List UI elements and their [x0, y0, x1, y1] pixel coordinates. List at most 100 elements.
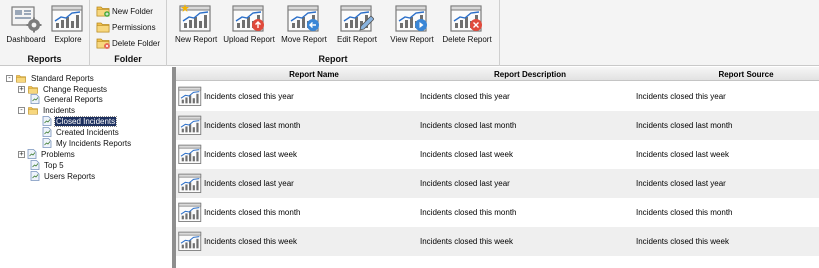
folder-icon [27, 106, 39, 115]
report-name-cell: Incidents closed this year [204, 92, 294, 101]
report-description-cell: Incidents closed this year [420, 92, 510, 101]
tree-node-label: Change Requests [43, 84, 108, 94]
tree-node-label: Created Incidents [56, 127, 119, 137]
tree-node-label: General Reports [44, 94, 103, 104]
folder-group-label: Folder [114, 54, 142, 64]
report-description-cell: Incidents closed last year [420, 179, 510, 188]
table-row[interactable]: Incidents closed last month Incidents cl… [176, 111, 819, 140]
delete-report-icon [450, 3, 482, 33]
permissions-folder-icon [96, 21, 110, 33]
tree-node-top-5[interactable]: Top 5 [30, 160, 65, 170]
expand-toggle[interactable]: + [18, 85, 25, 93]
report-source-cell: Incidents closed this month [636, 208, 733, 217]
expand-toggle[interactable]: + [18, 150, 25, 158]
explore-chart-icon [51, 3, 85, 33]
dashboard-icon [11, 6, 42, 33]
permissions-label: Permissions [112, 22, 156, 32]
delete-folder-label: Delete Folder [112, 38, 161, 48]
new-report-button[interactable]: New Report [175, 3, 217, 49]
delete-report-button[interactable]: Delete Report [441, 3, 493, 49]
tree-node-my-incidents-reports[interactable]: My Incidents Reports [42, 138, 132, 148]
report-icon [178, 230, 203, 252]
new-report-label: New Report [175, 35, 218, 44]
report-name-cell: Incidents closed last week [204, 150, 297, 159]
column-header-report-source[interactable]: Report Source [638, 70, 819, 79]
tree-node-label: My Incidents Reports [56, 138, 132, 148]
upload-report-icon [232, 3, 264, 33]
report-description-cell: Incidents closed last month [420, 121, 517, 130]
report-source-cell: Incidents closed last year [636, 179, 726, 188]
permissions-button[interactable]: Permissions [96, 20, 156, 34]
edit-report-label: Edit Report [336, 35, 378, 44]
folder-icon [15, 74, 27, 83]
report-name-cell: Incidents closed last month [204, 121, 301, 130]
report-source-cell: Incidents closed last month [636, 121, 733, 130]
report-name-cell: Incidents closed this month [204, 208, 301, 217]
report-icon [178, 201, 203, 223]
move-report-button[interactable]: Move Report [281, 3, 327, 49]
report-group: New Report Upload Report Move Report Edi… [167, 0, 500, 66]
reports-group-label: Reports [27, 54, 62, 64]
tree-node-general-reports[interactable]: General Reports [30, 94, 104, 104]
explore-button[interactable]: Explore [50, 3, 86, 49]
table-row[interactable]: Incidents closed this year Incidents clo… [176, 82, 819, 111]
table-row[interactable]: Incidents closed last year Incidents clo… [176, 169, 819, 198]
report-file-icon [30, 160, 40, 170]
report-name-cell: Incidents closed this week [204, 237, 297, 246]
view-report-label: View Report [390, 35, 434, 44]
dashboard-button[interactable]: Dashboard [6, 3, 46, 49]
report-file-icon [30, 94, 40, 104]
report-icon [178, 114, 203, 136]
view-report-icon [395, 3, 427, 33]
tree-node-users-reports[interactable]: Users Reports [30, 171, 96, 181]
delete-folder-icon [96, 37, 110, 49]
report-icon [178, 172, 203, 194]
collapse-toggle[interactable]: - [18, 106, 25, 114]
move-report-icon [287, 3, 319, 33]
tree-node-label: Incidents [43, 105, 76, 115]
delete-report-label: Delete Report [442, 35, 492, 44]
report-icon [178, 143, 203, 165]
column-header-report-name[interactable]: Report Name [206, 70, 422, 79]
report-source-cell: Incidents closed last week [636, 150, 729, 159]
reports-grid: Report Name Report Description Report So… [176, 67, 819, 268]
new-folder-button[interactable]: New Folder [96, 4, 153, 18]
report-file-icon [42, 138, 52, 148]
new-report-icon [179, 4, 213, 33]
table-row[interactable]: Incidents closed last week Incidents clo… [176, 140, 819, 169]
report-folder-tree: - Standard Reports + Change Requests Gen… [0, 67, 172, 268]
report-file-icon [42, 127, 52, 137]
grid-header: Report Name Report Description Report So… [176, 67, 819, 81]
tree-node-standard-reports[interactable]: - Standard Reports [6, 73, 95, 83]
column-header-report-description[interactable]: Report Description [422, 70, 638, 79]
report-source-cell: Incidents closed this year [636, 92, 726, 101]
report-group-label: Report [318, 54, 348, 64]
ribbon-toolbar: Dashboard Explore Reports New Folder Per… [0, 0, 819, 66]
tree-node-change-requests[interactable]: + Change Requests [18, 84, 108, 94]
report-name-cell: Incidents closed last year [204, 179, 294, 188]
edit-report-button[interactable]: Edit Report [335, 3, 379, 49]
report-source-cell: Incidents closed this week [636, 237, 729, 246]
table-row[interactable]: Incidents closed this month Incidents cl… [176, 198, 819, 227]
report-icon [178, 85, 203, 107]
tree-node-closed-incidents[interactable]: Closed Incidents [42, 115, 118, 127]
tree-node-label: Closed Incidents [53, 115, 118, 127]
collapse-toggle[interactable]: - [6, 74, 13, 82]
tree-node-incidents[interactable]: - Incidents [18, 105, 76, 115]
report-description-cell: Incidents closed last week [420, 150, 513, 159]
view-report-button[interactable]: View Report [389, 3, 435, 49]
tree-node-label: Problems [41, 149, 75, 159]
edit-report-icon [340, 3, 374, 33]
tree-node-label: Users Reports [44, 171, 96, 181]
tree-node-problems[interactable]: + Problems [18, 149, 76, 159]
upload-report-button[interactable]: Upload Report [223, 3, 275, 49]
tree-node-label: Standard Reports [31, 73, 94, 83]
move-report-label: Move Report [281, 35, 327, 44]
new-folder-icon [96, 5, 110, 17]
report-file-icon [27, 149, 37, 159]
report-file-icon [30, 171, 40, 181]
tree-node-created-incidents[interactable]: Created Incidents [42, 127, 120, 137]
delete-folder-button[interactable]: Delete Folder [96, 36, 160, 50]
table-row[interactable]: Incidents closed this week Incidents clo… [176, 227, 819, 256]
tree-node-label: Top 5 [44, 160, 64, 170]
